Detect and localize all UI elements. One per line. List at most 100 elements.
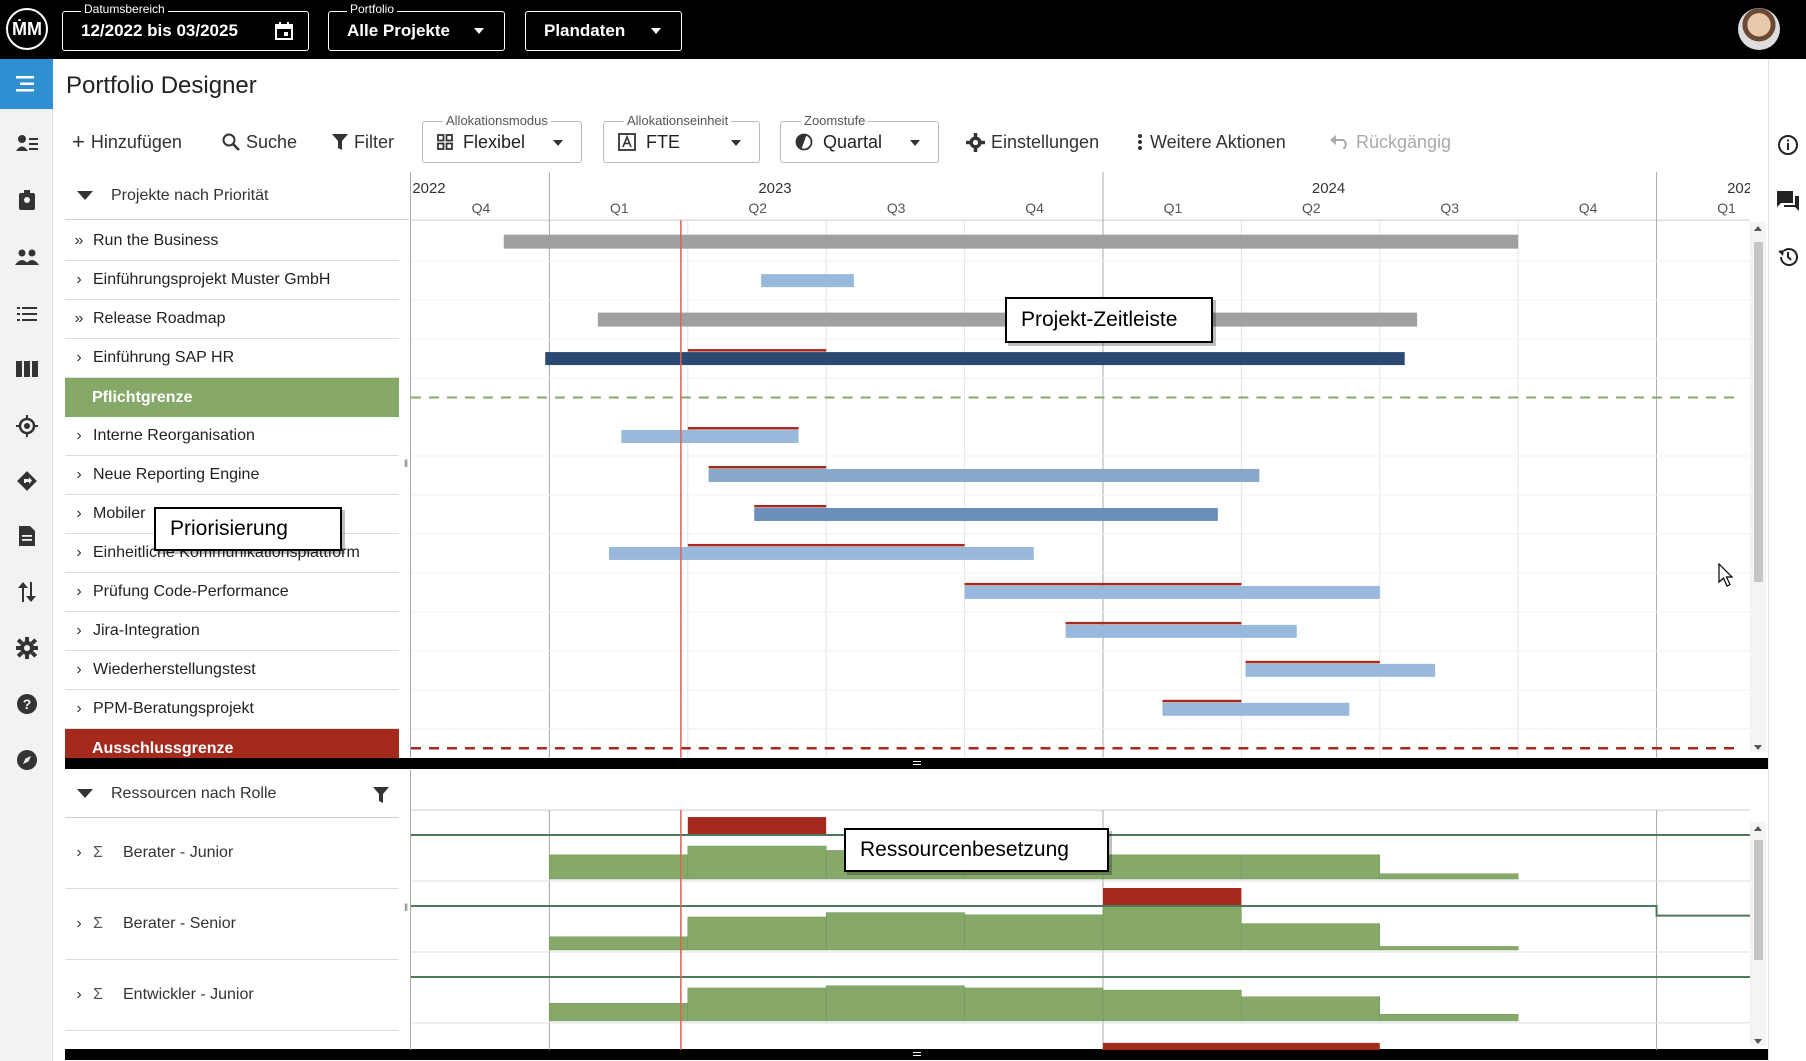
resource-demand-bar[interactable] <box>825 985 965 1022</box>
resize-grip-icon[interactable]: ‖ <box>404 903 408 914</box>
filter-icon[interactable] <box>373 786 389 804</box>
allocation-mode-select[interactable]: Allokationsmodus Flexibel <box>422 113 582 163</box>
chevron-right-icon[interactable]: › <box>65 661 93 679</box>
columns-icon[interactable] <box>0 344 53 394</box>
project-bar[interactable] <box>1065 624 1297 638</box>
chevron-right-icon[interactable]: › <box>65 844 93 862</box>
chevron-right-icon[interactable]: › <box>65 427 93 445</box>
resource-demand-bar[interactable] <box>964 987 1104 1022</box>
resource-role-row[interactable]: › Σ Berater - Junior <box>65 818 399 889</box>
people-icon[interactable] <box>0 232 53 282</box>
chevron-right-icon[interactable]: › <box>65 986 93 1004</box>
timeline-scrollbar[interactable] <box>1750 222 1766 752</box>
project-bar[interactable] <box>545 352 1405 366</box>
double-chevron-right-icon[interactable]: » <box>65 232 93 250</box>
history-icon[interactable] <box>1769 237 1806 277</box>
project-bar[interactable] <box>1162 702 1350 716</box>
chevron-right-icon[interactable]: › <box>65 700 93 718</box>
chevron-right-icon[interactable]: › <box>65 271 93 289</box>
project-row[interactable]: › PPM-Beratungsprojekt <box>65 690 399 729</box>
chevron-right-icon[interactable]: › <box>65 544 93 562</box>
allocation-unit-select[interactable]: Allokationseinheit FTE <box>603 113 760 163</box>
resource-demand-bar[interactable] <box>1241 996 1381 1022</box>
scroll-up-icon[interactable] <box>1754 226 1762 231</box>
resource-demand-bar[interactable] <box>1102 905 1242 951</box>
resource-demand-bar[interactable] <box>687 987 827 1022</box>
resource-role-row[interactable]: › Σ Entwickler - Junior <box>65 960 399 1031</box>
mandatory-line-row[interactable]: Pflichtgrenze <box>65 378 399 417</box>
help-icon[interactable]: ? <box>0 679 53 729</box>
panel-splitter-bottom[interactable] <box>65 1049 1768 1060</box>
undo-button[interactable]: Rückgängig <box>1330 130 1451 154</box>
scroll-down-icon[interactable] <box>1754 1039 1762 1044</box>
search-button[interactable]: Suche <box>222 130 297 154</box>
project-row[interactable]: › Jira-Integration <box>65 612 399 651</box>
sort-icon[interactable] <box>0 567 53 617</box>
chevron-right-icon[interactable]: › <box>65 505 93 523</box>
menu-icon[interactable] <box>0 59 53 109</box>
resource-demand-bar[interactable] <box>687 916 827 951</box>
project-bar[interactable] <box>708 468 1260 482</box>
resource-demand-bar[interactable] <box>1102 854 1242 880</box>
resource-demand-bar[interactable] <box>964 914 1104 951</box>
user-avatar[interactable] <box>1738 8 1780 50</box>
resource-role-row[interactable]: › Σ Berater - Senior <box>65 889 399 960</box>
resource-demand-bar[interactable] <box>1241 923 1381 951</box>
project-bar[interactable] <box>503 234 1519 249</box>
project-row[interactable]: » Release Roadmap <box>65 300 399 339</box>
diamond-arrow-icon[interactable] <box>0 456 53 506</box>
chevron-right-icon[interactable]: › <box>65 349 93 367</box>
resources-header[interactable]: Ressourcen nach Rolle <box>65 770 399 818</box>
target-icon[interactable] <box>0 401 53 451</box>
collapse-triangle-icon[interactable] <box>77 191 93 200</box>
scroll-up-icon[interactable] <box>1754 826 1762 831</box>
more-actions-button[interactable]: Weitere Aktionen <box>1136 130 1286 154</box>
resource-scrollbar[interactable] <box>1750 822 1766 1046</box>
resource-overallocation-bar[interactable] <box>687 817 827 836</box>
panel-splitter[interactable] <box>65 758 1768 769</box>
resource-demand-bar[interactable] <box>549 854 689 880</box>
project-row[interactable]: › Prüfung Code-Performance <box>65 573 399 612</box>
resource-demand-bar[interactable] <box>549 936 689 951</box>
settings-button[interactable]: Einstellungen <box>966 130 1099 154</box>
chevron-right-icon[interactable]: › <box>65 622 93 640</box>
compass-icon[interactable] <box>0 735 53 785</box>
resource-demand-bar[interactable] <box>1241 854 1381 880</box>
info-icon[interactable] <box>1769 125 1806 165</box>
portfolio-selector[interactable]: Portfolio Alle Projekte <box>328 2 505 51</box>
add-button[interactable]: + Hinzufügen <box>72 130 182 154</box>
projects-header[interactable]: Projekte nach Priorität <box>65 172 409 220</box>
resource-demand-bar[interactable] <box>1102 989 1242 1022</box>
project-bar[interactable] <box>964 585 1380 599</box>
project-bar[interactable] <box>754 507 1218 521</box>
app-logo[interactable]: ṀM <box>6 8 48 50</box>
chevron-right-icon[interactable]: › <box>65 466 93 484</box>
gear-icon[interactable] <box>0 623 53 673</box>
chat-icon[interactable] <box>1769 181 1806 221</box>
resource-demand-bar[interactable] <box>549 1003 689 1022</box>
resource-overallocation-bar[interactable] <box>1102 888 1242 907</box>
splitter-handle-icon[interactable] <box>913 761 921 765</box>
project-row[interactable]: » Run the Business <box>65 222 399 261</box>
scrollbar-thumb[interactable] <box>1754 840 1763 960</box>
scroll-down-icon[interactable] <box>1754 745 1762 750</box>
badge-icon[interactable] <box>0 175 53 225</box>
project-row[interactable]: › Einführungsprojekt Muster GmbH <box>65 261 399 300</box>
resource-demand-bar[interactable] <box>1379 873 1519 880</box>
project-bar[interactable] <box>621 430 799 444</box>
project-bar[interactable] <box>1245 663 1436 677</box>
zoom-select[interactable]: Zoomstufe Quartal <box>780 113 939 163</box>
resource-demand-bar[interactable] <box>1379 946 1519 951</box>
chevron-right-icon[interactable]: › <box>65 915 93 933</box>
person-list-icon[interactable] <box>0 118 53 168</box>
project-row[interactable]: › Interne Reorganisation <box>65 417 399 456</box>
collapse-triangle-icon[interactable] <box>77 789 93 798</box>
resource-demand-bar[interactable] <box>687 845 827 880</box>
project-row[interactable]: › Einführung SAP HR <box>65 339 399 378</box>
splitter-handle-icon[interactable] <box>913 1052 921 1056</box>
project-row[interactable]: › Wiederherstellungstest <box>65 651 399 690</box>
filter-button[interactable]: Filter <box>332 130 394 154</box>
resource-overallocation-bar[interactable] <box>1102 1042 1380 1050</box>
chevron-right-icon[interactable]: › <box>65 583 93 601</box>
double-chevron-right-icon[interactable]: » <box>65 310 93 328</box>
